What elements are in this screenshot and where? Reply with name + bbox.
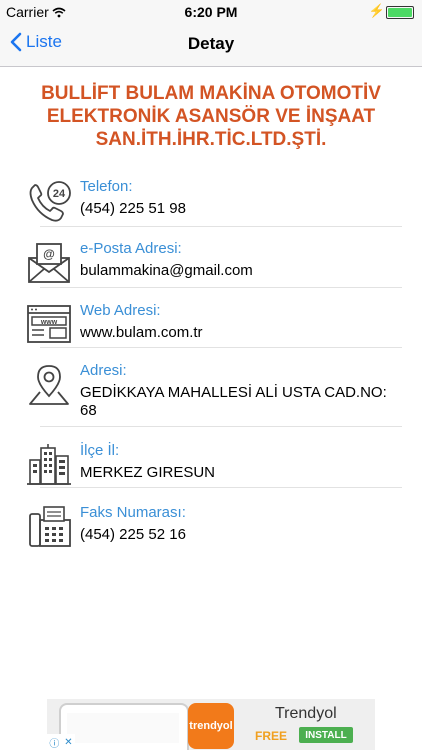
fax-label: Faks Numarası:: [80, 504, 186, 521]
detail-row-address[interactable]: Adresi: GEDİKKAYA MAHALLESİ ALİ USTA CAD…: [0, 360, 422, 426]
ad-screenshot: [67, 713, 179, 743]
location-icon: [29, 365, 69, 405]
phone-24-icon: 24: [29, 181, 71, 222]
email-label: e-Posta Adresi:: [80, 240, 182, 257]
web-label: Web Adresi:: [80, 302, 161, 319]
company-name: BULLİFT BULAM MAKİNA OTOMOTİV ELEKTRONİK…: [16, 82, 406, 151]
web-icon: www: [27, 305, 71, 343]
ad-phone-image: [59, 703, 189, 750]
district-value[interactable]: MERKEZ GIRESUN: [80, 464, 400, 482]
phone-label: Telefon:: [80, 178, 133, 195]
divider: [40, 426, 402, 427]
district-label: İlçe İl:: [80, 442, 120, 459]
divider: [40, 287, 402, 288]
mail-icon: @: [28, 243, 70, 283]
svg-text:www: www: [40, 319, 58, 326]
detail-row-phone[interactable]: 24 Telefon: (454) 225 51 98: [0, 176, 422, 228]
detail-row-district[interactable]: İlçe İl: MERKEZ GIRESUN: [0, 440, 422, 492]
info-icon[interactable]: ⓘ: [49, 735, 59, 750]
city-icon: [27, 444, 71, 485]
detail-row-fax[interactable]: Faks Numarası: (454) 225 52 16: [0, 502, 422, 554]
web-value[interactable]: www.bulam.com.tr: [80, 324, 400, 342]
svg-text:@: @: [43, 247, 55, 261]
address-label: Adresi:: [80, 362, 127, 379]
address-value[interactable]: GEDİKKAYA MAHALLESİ ALİ USTA CAD.NO: 68: [80, 384, 400, 420]
divider: [40, 487, 402, 488]
phone-value[interactable]: (454) 225 51 98: [80, 200, 400, 218]
company-name-line: ELEKTRONİK ASANSÖR VE İNŞAAT: [46, 106, 376, 127]
email-value[interactable]: bulammakina@gmail.com: [80, 262, 400, 280]
ad-choices-icon[interactable]: ⓘ ✕: [47, 734, 75, 750]
ad-price: FREE: [255, 729, 288, 743]
ad-install-button[interactable]: INSTALL: [299, 727, 353, 743]
fax-icon: [29, 506, 71, 547]
svg-text:24: 24: [53, 188, 66, 200]
charging-icon: ⚡: [368, 3, 385, 18]
ad-banner[interactable]: ⓘ ✕ trendyol Trendyol FREE INSTALL: [47, 699, 375, 750]
navigation-bar: Liste Detay: [0, 22, 422, 67]
clock-label: 6:20 PM: [184, 4, 238, 20]
close-icon[interactable]: ✕: [64, 737, 72, 748]
detail-row-email[interactable]: @ e-Posta Adresi: bulammakina@gmail.com: [0, 238, 422, 290]
page-title: Detay: [187, 34, 235, 53]
detail-row-web[interactable]: www Web Adresi: www.bulam.com.tr: [0, 300, 422, 352]
company-name-line: SAN.İTH.İHR.TİC.LTD.ŞTİ.: [95, 129, 327, 150]
divider: [40, 226, 402, 227]
divider: [40, 347, 402, 348]
fax-value[interactable]: (454) 225 52 16: [80, 526, 400, 544]
status-bar: Carrier 6:20 PM ⚡: [0, 0, 422, 22]
ad-app-name: Trendyol: [275, 705, 337, 722]
battery-icon: [386, 6, 414, 19]
company-name-line: BULLİFT BULAM MAKİNA OTOMOTİV: [41, 83, 381, 104]
ad-app-logo: trendyol: [188, 703, 234, 749]
